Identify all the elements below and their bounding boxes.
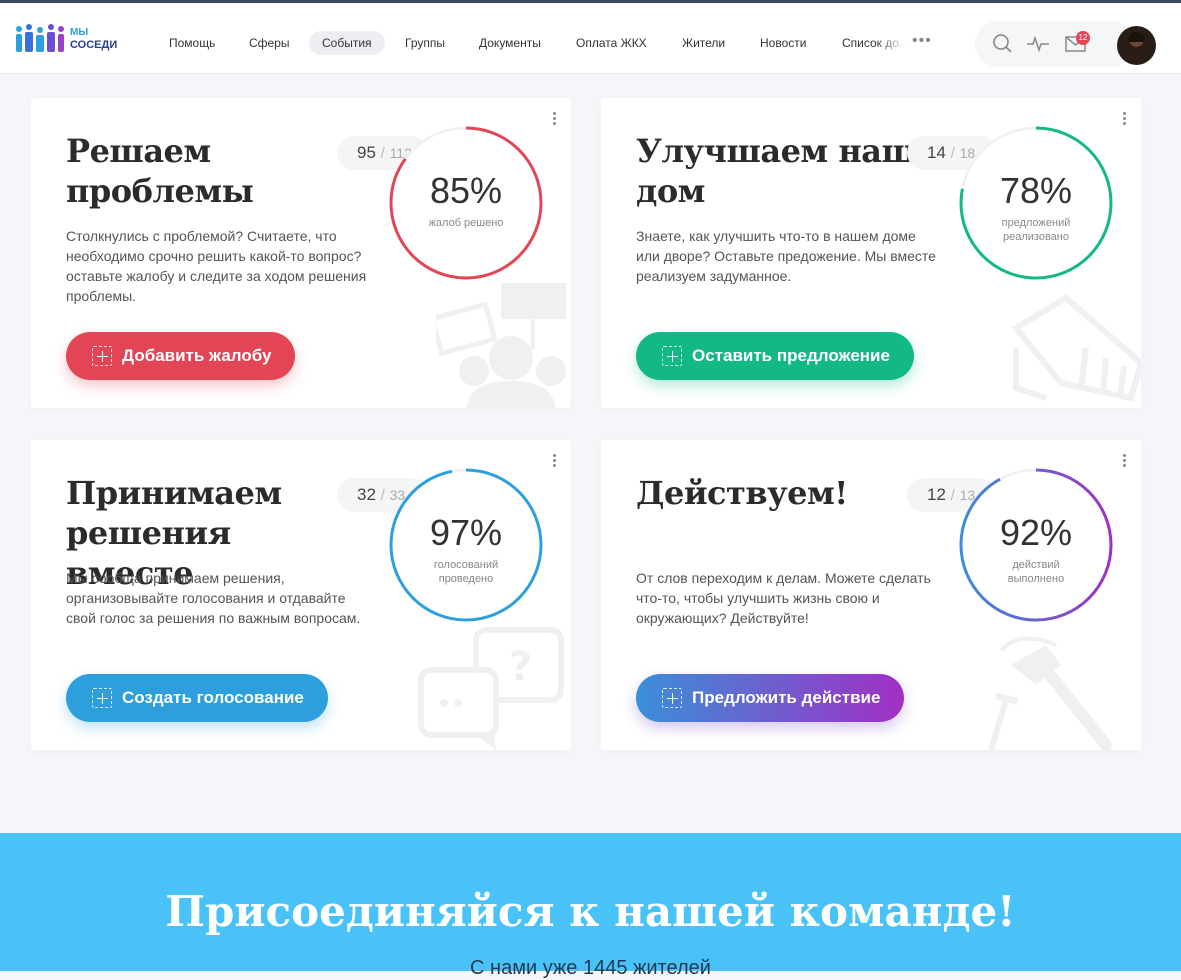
- count-separator: /: [380, 145, 385, 162]
- progress-label: действий выполнено: [1007, 559, 1065, 585]
- card-title: Улучшаем наш дом: [636, 132, 916, 210]
- card-menu-button[interactable]: [551, 112, 557, 128]
- count-done: 32: [357, 485, 376, 504]
- button-label: Предложить действие: [692, 688, 881, 707]
- header-tools: [975, 21, 1135, 67]
- progress-percent: 97%: [429, 512, 503, 553]
- plus-icon: [92, 688, 112, 708]
- logo-people-icon: [16, 24, 64, 52]
- site-header: МЫ СОСЕДИ Помощь Сферы События Группы До…: [0, 3, 1181, 74]
- card-act: Действуем! От слов переходим к делам. Мо…: [601, 440, 1141, 750]
- card-title: Действуем!: [636, 474, 848, 512]
- plus-icon: [662, 346, 682, 366]
- card-title: Решаем проблемы: [66, 132, 254, 210]
- nav-item-groups[interactable]: Группы: [392, 31, 458, 55]
- progress-label: предложений реализовано: [1001, 217, 1071, 243]
- hammer-nail-icon: [988, 636, 1112, 750]
- button-label: Добавить жалобу: [122, 346, 272, 365]
- create-vote-button[interactable]: Создать голосование: [66, 674, 328, 722]
- user-avatar[interactable]: [1117, 26, 1156, 65]
- progress-percent: 85%: [429, 170, 503, 211]
- card-description: Знаете, как улучшить что-то в нашем доме…: [636, 228, 936, 284]
- progress-label: жалоб решено: [428, 217, 504, 229]
- logo-line1: МЫ: [70, 27, 89, 38]
- nav-item-residents[interactable]: Жители: [669, 31, 738, 55]
- card-menu-button[interactable]: [551, 454, 557, 470]
- count-done: 14: [927, 143, 946, 162]
- progress-percent: 78%: [999, 170, 1073, 211]
- count-separator: /: [950, 145, 955, 162]
- logo-wordmark: МЫ СОСЕДИ: [70, 27, 117, 51]
- count-done: 12: [927, 485, 946, 504]
- join-banner: Присоединяйся к нашей команде! С нами уж…: [0, 833, 1181, 979]
- nav-item-spheres[interactable]: Сферы: [236, 31, 303, 55]
- plus-icon: [92, 346, 112, 366]
- propose-action-button[interactable]: Предложить действие: [636, 674, 905, 722]
- join-subtitle: С нами уже 1445 жителей: [470, 957, 711, 979]
- nav-item-help[interactable]: Помощь: [156, 31, 228, 55]
- brand-logo[interactable]: МЫ СОСЕДИ: [15, 23, 125, 57]
- nav-item-utilities[interactable]: Оплата ЖКХ: [563, 31, 660, 55]
- count-done: 95: [357, 143, 376, 162]
- megaphone-icon: [1011, 294, 1141, 402]
- card-decide-together: ? Принимаем решения вместе Мы сообща при…: [31, 440, 571, 750]
- card-description: Столкнулись с проблемой? Считаете, что н…: [66, 228, 367, 304]
- activity-icon[interactable]: [1025, 31, 1051, 57]
- progress-label: голосований проведено: [433, 559, 499, 585]
- join-title: Присоединяйся к нашей команде!: [165, 887, 1016, 936]
- leave-proposal-button[interactable]: Оставить предложение: [636, 332, 914, 380]
- search-icon[interactable]: [990, 31, 1016, 57]
- chat-question-icon: ?: [418, 627, 564, 750]
- nav-item-documents[interactable]: Документы: [466, 31, 554, 55]
- card-menu-button[interactable]: [1121, 454, 1127, 470]
- plus-icon: [662, 688, 682, 708]
- card-improve-home: Улучшаем наш дом Знаете, как улучшить чт…: [601, 98, 1141, 408]
- nav-item-news[interactable]: Новости: [747, 31, 819, 55]
- count-separator: /: [380, 487, 385, 504]
- svg-text:?: ?: [509, 644, 532, 690]
- progress-percent: 92%: [999, 512, 1073, 553]
- add-complaint-button[interactable]: Добавить жалобу: [66, 332, 296, 380]
- logo-line2: СОСЕДИ: [70, 39, 118, 51]
- count-separator: /: [950, 487, 955, 504]
- button-label: Оставить предложение: [692, 346, 890, 365]
- nav-item-events[interactable]: События: [309, 31, 385, 55]
- protest-people-icon: [436, 283, 566, 408]
- button-label: Создать голосование: [122, 688, 304, 707]
- mail-count-badge: 12: [1076, 31, 1090, 45]
- card-description: Мы сообща принимаем решения, организовыв…: [66, 570, 361, 626]
- nav-item-list[interactable]: Список до...: [829, 31, 907, 55]
- card-problems: Решаем проблемы Столкнулись с проблемой?…: [31, 98, 571, 408]
- card-description: От слов переходим к делам. Можете сделат…: [636, 570, 931, 626]
- more-horizontal-icon[interactable]: •••: [912, 31, 932, 55]
- card-menu-button[interactable]: [1121, 112, 1127, 128]
